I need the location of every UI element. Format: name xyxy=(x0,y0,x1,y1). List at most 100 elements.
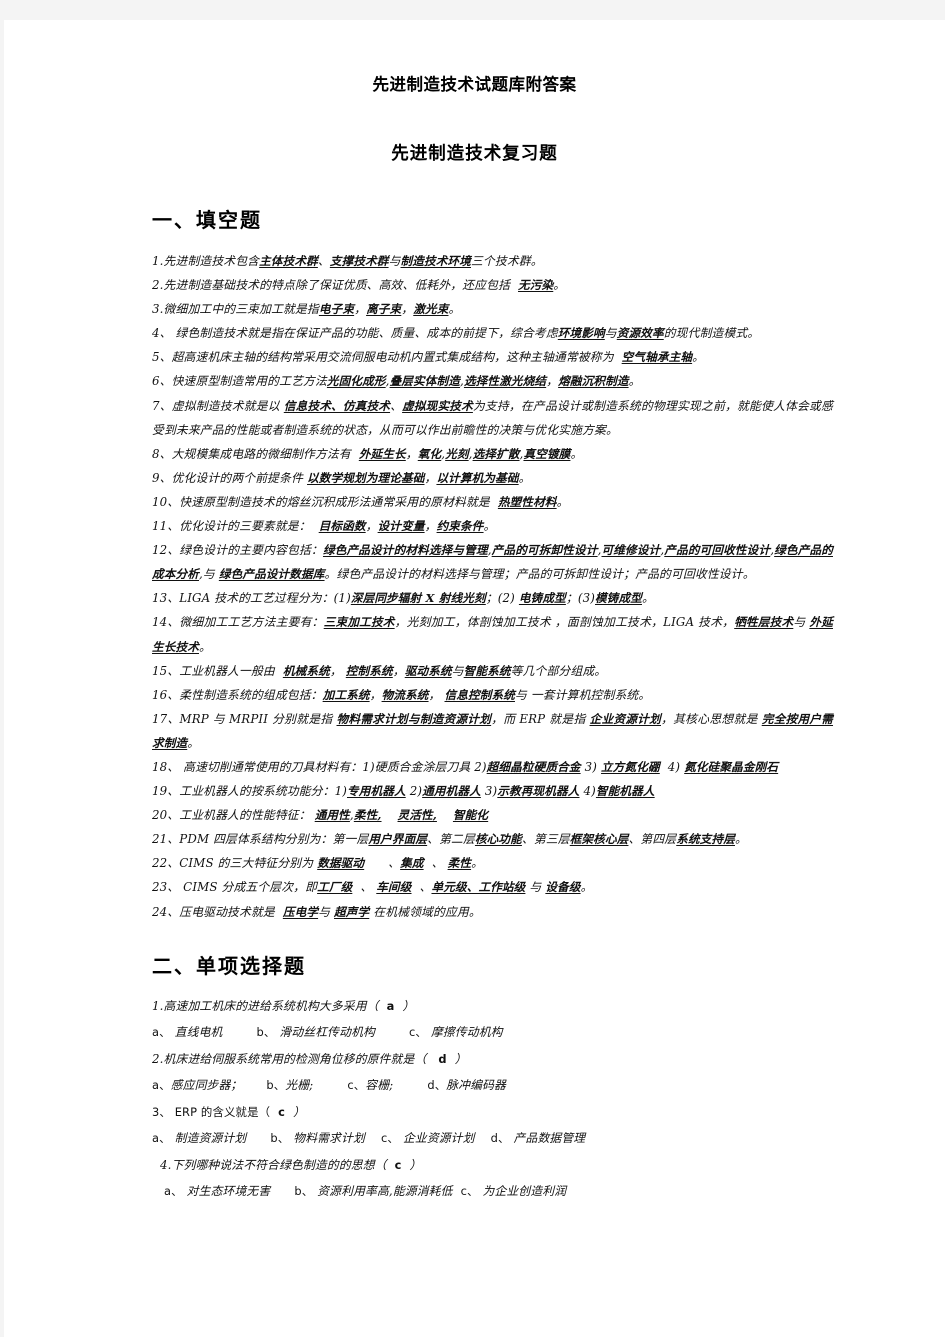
q18-answer-3: 氮化硅聚晶金刚石 xyxy=(684,759,779,774)
q23-answer-3: 单元级、工作站级 xyxy=(431,880,526,895)
mc2-option-a-label[interactable]: a、 xyxy=(152,1078,171,1092)
question-item-2: 2.先进制造基础技术的特点除了保证优质、高效、低耗外，还应包括 无污染。 xyxy=(152,273,833,297)
q19-answer-3: 示教再现机器人 xyxy=(497,784,580,799)
mc4-option-a-text[interactable]: 对生态环境无害 xyxy=(187,1184,271,1198)
q9-mid-1: ， xyxy=(424,470,437,485)
mc1-option-a-label[interactable]: a、 xyxy=(152,1025,171,1039)
q23-mid-1: 、 xyxy=(360,880,373,895)
q3-lead: 3.微细加工中的三束加工就是指 xyxy=(152,302,319,317)
q16-mid-1: ， xyxy=(369,687,382,702)
q5-lead: 5、超高速机床主轴的结构常采用交流伺服电动机内置式集成结构，这种主轴通常被称为 xyxy=(152,350,614,365)
q3-answer-3: 激光束 xyxy=(413,302,449,317)
mc2-option-c-text[interactable]: 容栅; xyxy=(365,1078,393,1092)
question-item-20: 20、工业机器人的性能特征： 通用性,柔性, 灵活性, 智能化 xyxy=(152,803,833,827)
mc2-option-b-text[interactable]: 光栅; xyxy=(285,1078,313,1092)
q14-mid-1: ，光刻加工，体剖蚀加工技术 ，面剖蚀加工技术，LIGA 技术， xyxy=(394,615,735,630)
q24-answer-2: 超声学 xyxy=(334,904,370,919)
mc2-option-b-label[interactable]: b、 xyxy=(266,1078,285,1092)
question-item-3: 3.微细加工中的三束加工就是指电子束，离子束，激光束。 xyxy=(152,297,833,321)
question-item-4: 4、 绿色制造技术就是指在保证产品的功能、质量、成本的前提下，综合考虑环境影响与… xyxy=(152,321,833,345)
mc2-option-d-text[interactable]: 脉冲编码器 xyxy=(446,1078,506,1092)
q16-answer-2: 物流系统 xyxy=(381,687,429,702)
q14-lead: 14、微细加工工艺方法主要有： xyxy=(152,615,324,630)
q4-answer-2: 资源效率 xyxy=(616,326,664,341)
q6-lead: 6、快速原型制造常用的工艺方法 xyxy=(152,374,327,389)
mc4-option-b-text[interactable]: 资源利用率高,能源消耗低 xyxy=(317,1184,452,1198)
q18-answer-2: 立方氮化硼 xyxy=(601,759,660,774)
mc1-option-b-label[interactable]: b、 xyxy=(256,1025,275,1039)
q22-answer-2: 集成 xyxy=(400,856,424,871)
q11-answer-2: 设计变量 xyxy=(377,519,425,534)
q18-answer-1: 超细晶粒硬质合金 xyxy=(486,759,581,774)
q11-mid-2: ， xyxy=(424,519,437,534)
q8-answer-3: 光刻 xyxy=(445,446,469,461)
q21-mid-1: 、第二层 xyxy=(427,832,475,847)
question-item-16: 16、柔性制造系统的组成包括：加工系统，物流系统， 信息控制系统与 一套计算机控制… xyxy=(152,683,833,707)
mc1-option-c-label[interactable]: c、 xyxy=(409,1025,427,1039)
q18-lead: 18、 高速切削通常使用的刀具材料有：1)硬质合金涂层刀具 2) xyxy=(152,759,487,774)
mc4-stem-close: ） xyxy=(409,1157,422,1172)
mc3-option-c-text[interactable]: 企业资源计划 xyxy=(403,1131,475,1145)
mc3-option-d-label[interactable]: d、 xyxy=(491,1131,510,1145)
q17-mid-1: ，而 ERP 就是指 xyxy=(491,711,586,726)
mc3-option-d-text[interactable]: 产品数据管理 xyxy=(514,1131,586,1145)
q9-tail: 。 xyxy=(518,470,531,485)
q8-mid-1: ， xyxy=(405,446,418,461)
q12-mid-5: ,与 xyxy=(198,567,215,582)
q12-tail: 。绿色产品设计的材料选择与管理；产品的可拆卸性设计；产品的可回收性设计。 xyxy=(324,567,755,582)
mc3-option-b-label[interactable]: b、 xyxy=(270,1131,289,1145)
q6-answer-2: 叠层实体制造 xyxy=(389,374,461,389)
q5-tail: 。 xyxy=(692,350,705,365)
mc1-stem-text: 1.高速加工机床的进给系统机构大多采用（ xyxy=(152,998,379,1013)
q8-lead: 8、大规模集成电路的微细制作方法有 xyxy=(152,446,351,461)
q15-answer-3: 驱动系统 xyxy=(404,663,452,678)
q15-tail: 等几个部分组成。 xyxy=(510,663,607,678)
q21-answer-4: 系统支持层 xyxy=(676,832,735,847)
mc2-option-a-text[interactable]: 感应同步器； xyxy=(171,1078,243,1092)
question-item-23: 23、 CIMS 分成五个层次，即工厂级、车间级 、单元级、工作站级与设备级。 xyxy=(152,875,833,899)
q22-mid-1: 、 xyxy=(388,856,401,871)
mc3-option-b-text[interactable]: 物料需求计划 xyxy=(293,1131,365,1145)
q13-mid-2: ；(3) xyxy=(565,591,595,606)
q2-answer-1: 无污染 xyxy=(518,278,554,293)
mc4-option-b-label[interactable]: b、 xyxy=(294,1184,313,1198)
q1-mid-1: 、 xyxy=(317,254,330,268)
question-item-21: 21、PDM 四层体系结构分别为：第一层用户界面层、第二层核心功能、第三层框架核… xyxy=(152,827,833,851)
q21-lead: 21、PDM 四层体系结构分别为：第一层 xyxy=(152,832,369,847)
q9-lead: 9、优化设计的两个前提条件 xyxy=(152,470,304,485)
q3-mid-2: ， xyxy=(401,302,414,317)
q3-answer-1: 电子束 xyxy=(318,302,355,317)
question-item-9: 9、优化设计的两个前提条件 以数学规划为理论基础，以计算机为基础。 xyxy=(152,466,833,490)
mc1-option-c-text[interactable]: 摩擦传动机构 xyxy=(431,1025,503,1039)
q12-answer-6: 绿色产品设计数据库 xyxy=(218,567,325,582)
q4-mid-1: 与 xyxy=(604,326,617,341)
question-item-17: 17、MRP 与 MRPII 分别就是指 物料需求计划与制造资源计划，而 ERP … xyxy=(152,707,833,755)
mc2-option-d-label[interactable]: d、 xyxy=(427,1078,446,1092)
q2-tail: 。 xyxy=(553,278,566,293)
q23-tail: 。 xyxy=(580,880,593,895)
question-item-10: 10、快速原型制造技术的熔丝沉积成形法通常采用的原材料就是 热塑性材料。 xyxy=(152,490,833,514)
mc3-option-c-label[interactable]: c、 xyxy=(381,1131,399,1145)
q16-tail: 与 一套计算机控制系统。 xyxy=(514,687,651,702)
q1-answer-2: 支撑技术群 xyxy=(329,254,389,268)
mc3-option-a-text[interactable]: 制造资源计划 xyxy=(175,1131,247,1145)
q5-answer-1: 空气轴承主轴 xyxy=(621,350,693,365)
question-item-7: 7、虚拟制造技术就是以 信息技术、仿真技术、虚拟现实技术为支持，在产品设计或制造系… xyxy=(152,394,833,442)
mc3-stem-close: ） xyxy=(293,1104,306,1119)
q6-answer-3: 选择性激光烧结 xyxy=(463,374,547,389)
q1-answer-1: 主体技术群 xyxy=(259,254,318,268)
question-item-5: 5、超高速机床主轴的结构常采用交流伺服电动机内置式集成结构，这种主轴通常被称为空… xyxy=(152,345,833,369)
mc4-option-c-text[interactable]: 为企业创造利润 xyxy=(483,1184,567,1198)
mc4-option-a-label[interactable]: a、 xyxy=(164,1184,183,1198)
q1-answer-3: 制造技术环境 xyxy=(400,254,471,268)
q22-mid-2: 、 xyxy=(431,856,444,871)
q13-tail: 。 xyxy=(641,591,654,606)
mc1-option-a-text[interactable]: 直线电机 xyxy=(175,1025,223,1039)
mc3-option-a-label[interactable]: a、 xyxy=(152,1131,171,1145)
q6-mid-3: ， xyxy=(546,374,559,389)
mc-question-4-stem: 4.下列哪种说法不符合绿色制造的的思想（ c ） xyxy=(152,1152,833,1179)
mc4-option-c-label[interactable]: c、 xyxy=(461,1184,479,1198)
mc2-option-c-label[interactable]: c、 xyxy=(347,1078,365,1092)
mc1-option-b-text[interactable]: 滑动丝杠传动机构 xyxy=(279,1025,375,1039)
q8-tail: 。 xyxy=(570,446,583,461)
